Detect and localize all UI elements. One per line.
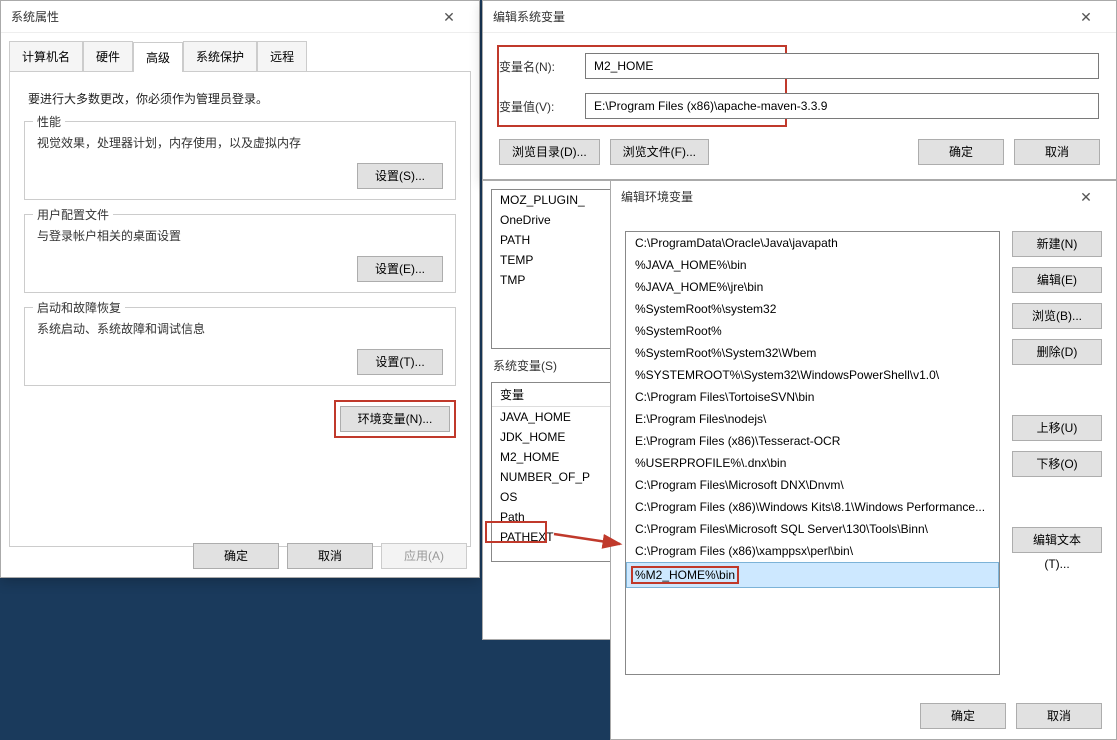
varname-label: 变量名(N): xyxy=(499,58,585,75)
list-item[interactable]: %SystemRoot%\system32 xyxy=(626,298,999,320)
edit-path-dialog: 编辑环境变量 ✕ C:\ProgramData\Oracle\Java\java… xyxy=(610,180,1117,740)
list-item[interactable]: %SystemRoot% xyxy=(626,320,999,342)
group-legend: 启动和故障恢复 xyxy=(33,299,125,316)
tab-panel-advanced: 要进行大多数更改，你必须作为管理员登录。 性能 视觉效果，处理器计划，内存使用，… xyxy=(9,71,471,547)
system-properties-dialog: 系统属性 ✕ 计算机名 硬件 高级 系统保护 远程 要进行大多数更改，你必须作为… xyxy=(0,0,480,578)
startup-settings-button[interactable]: 设置(T)... xyxy=(357,349,443,375)
browse-file-button[interactable]: 浏览文件(F)... xyxy=(610,139,709,165)
path-entries-list[interactable]: C:\ProgramData\Oracle\Java\javapath%JAVA… xyxy=(625,231,1000,675)
dialog-title: 编辑环境变量 xyxy=(621,181,693,213)
edit-button[interactable]: 编辑(E) xyxy=(1012,267,1102,293)
tab-remote[interactable]: 远程 xyxy=(257,41,307,71)
movedown-button[interactable]: 下移(O) xyxy=(1012,451,1102,477)
group-userprofiles: 用户配置文件 与登录帐户相关的桌面设置 设置(E)... xyxy=(24,214,456,293)
list-item[interactable]: C:\Program Files (x86)\Windows Kits\8.1\… xyxy=(626,496,999,518)
new-button[interactable]: 新建(N) xyxy=(1012,231,1102,257)
dialog-content: C:\ProgramData\Oracle\Java\javapath%JAVA… xyxy=(611,213,1116,683)
tab-computername[interactable]: 计算机名 xyxy=(9,41,83,71)
browse-button[interactable]: 浏览(B)... xyxy=(1012,303,1102,329)
tab-hardware[interactable]: 硬件 xyxy=(83,41,133,71)
titlebar: 系统属性 ✕ xyxy=(1,1,479,33)
dialog-title: 编辑系统变量 xyxy=(493,1,565,33)
edittext-button[interactable]: 编辑文本(T)... xyxy=(1012,527,1102,553)
browse-dir-button[interactable]: 浏览目录(D)... xyxy=(499,139,600,165)
group-desc: 系统启动、系统故障和调试信息 xyxy=(37,320,443,337)
varvalue-label: 变量值(V): xyxy=(499,98,585,115)
tab-protect[interactable]: 系统保护 xyxy=(183,41,257,71)
side-buttons: 新建(N) 编辑(E) 浏览(B)... 删除(D) 上移(U) 下移(O) 编… xyxy=(1012,231,1102,675)
cancel-button[interactable]: 取消 xyxy=(1016,703,1102,729)
list-item[interactable]: C:\Program Files\Microsoft DNX\Dnvm\ xyxy=(626,474,999,496)
list-item[interactable]: %M2_HOME%\bin xyxy=(626,562,999,588)
list-item[interactable]: E:\Program Files\nodejs\ xyxy=(626,408,999,430)
list-item[interactable]: C:\ProgramData\Oracle\Java\javapath xyxy=(626,232,999,254)
admin-notice: 要进行大多数更改，你必须作为管理员登录。 xyxy=(28,90,456,107)
tab-strip: 计算机名 硬件 高级 系统保护 远程 xyxy=(9,41,479,71)
list-item[interactable]: %JAVA_HOME%\bin xyxy=(626,254,999,276)
close-icon[interactable]: ✕ xyxy=(1066,3,1106,31)
group-performance: 性能 视觉效果，处理器计划，内存使用，以及虚拟内存 设置(S)... xyxy=(24,121,456,200)
apply-button[interactable]: 应用(A) xyxy=(381,543,467,569)
list-item[interactable]: C:\Program Files\TortoiseSVN\bin xyxy=(626,386,999,408)
moveup-button[interactable]: 上移(U) xyxy=(1012,415,1102,441)
user-settings-button[interactable]: 设置(E)... xyxy=(357,256,443,282)
group-legend: 性能 xyxy=(33,113,65,130)
ok-button[interactable]: 确定 xyxy=(920,703,1006,729)
list-item[interactable]: %SYSTEMROOT%\System32\WindowsPowerShell\… xyxy=(626,364,999,386)
dialog-buttons: 确定 取消 xyxy=(920,703,1102,729)
highlight-box: 环境变量(N)... xyxy=(334,400,456,438)
environment-variables-button[interactable]: 环境变量(N)... xyxy=(340,406,450,432)
list-item[interactable]: %USERPROFILE%\.dnx\bin xyxy=(626,452,999,474)
tab-advanced[interactable]: 高级 xyxy=(133,42,183,72)
list-item[interactable]: %SystemRoot%\System32\Wbem xyxy=(626,342,999,364)
varname-input[interactable] xyxy=(585,53,1099,79)
close-icon[interactable]: ✕ xyxy=(1066,183,1106,211)
perf-settings-button[interactable]: 设置(S)... xyxy=(357,163,443,189)
group-desc: 与登录帐户相关的桌面设置 xyxy=(37,227,443,244)
dialog-buttons: 确定 取消 应用(A) xyxy=(193,543,467,569)
cancel-button[interactable]: 取消 xyxy=(287,543,373,569)
varvalue-input[interactable] xyxy=(585,93,1099,119)
delete-button[interactable]: 删除(D) xyxy=(1012,339,1102,365)
dialog-body: 变量名(N): 变量值(V): 浏览目录(D)... 浏览文件(F)... 确定… xyxy=(483,33,1116,179)
highlight-box: %M2_HOME%\bin xyxy=(631,566,739,584)
list-item[interactable]: C:\Program Files (x86)\xamppsx\perl\bin\ xyxy=(626,540,999,562)
edit-system-variable-dialog: 编辑系统变量 ✕ 变量名(N): 变量值(V): 浏览目录(D)... 浏览文件… xyxy=(482,0,1117,180)
titlebar: 编辑系统变量 ✕ xyxy=(483,1,1116,33)
group-desc: 视觉效果，处理器计划，内存使用，以及虚拟内存 xyxy=(37,134,443,151)
list-item[interactable]: %JAVA_HOME%\jre\bin xyxy=(626,276,999,298)
ok-button[interactable]: 确定 xyxy=(193,543,279,569)
titlebar: 编辑环境变量 ✕ xyxy=(611,181,1116,213)
ok-button[interactable]: 确定 xyxy=(918,139,1004,165)
list-item[interactable]: C:\Program Files\Microsoft SQL Server\13… xyxy=(626,518,999,540)
close-icon[interactable]: ✕ xyxy=(429,3,469,31)
dialog-title: 系统属性 xyxy=(11,1,59,33)
cancel-button[interactable]: 取消 xyxy=(1014,139,1100,165)
group-startup: 启动和故障恢复 系统启动、系统故障和调试信息 设置(T)... xyxy=(24,307,456,386)
list-item[interactable]: E:\Program Files (x86)\Tesseract-OCR xyxy=(626,430,999,452)
env-button-row: 环境变量(N)... xyxy=(24,400,456,438)
group-legend: 用户配置文件 xyxy=(33,206,113,223)
